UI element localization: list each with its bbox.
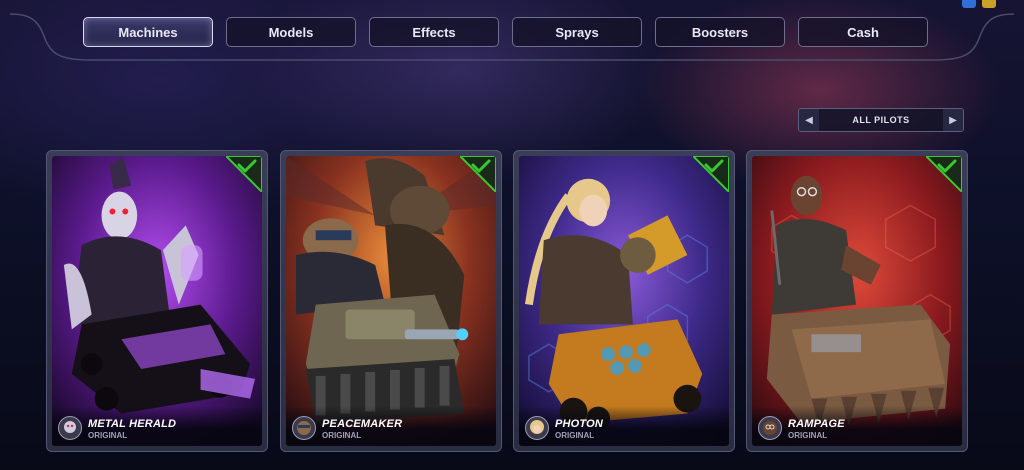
pilot-name: RAMPAGE [788, 418, 845, 430]
peacemaker-artwork [286, 156, 496, 446]
machine-card-rampage[interactable]: RAMPAGE ORIGINAL [746, 150, 968, 452]
metal-herald-artwork [52, 156, 262, 446]
owned-check-icon [226, 156, 262, 192]
pilot-avatar [758, 416, 782, 440]
tab-machines[interactable]: Machines [83, 17, 213, 47]
filter-label: ALL PILOTS [852, 115, 910, 125]
owned-check-icon [926, 156, 962, 192]
pilot-avatar [525, 416, 549, 440]
machine-card-photon[interactable]: PHOTON ORIGINAL [513, 150, 735, 452]
tab-sprays[interactable]: Sprays [512, 17, 642, 47]
category-tabs: Machines Models Effects Sprays Boosters … [83, 17, 928, 47]
card-inner: METAL HERALD ORIGINAL [52, 156, 262, 446]
card-footer: PEACEMAKER ORIGINAL [286, 406, 496, 446]
card-inner: RAMPAGE ORIGINAL [752, 156, 962, 446]
pilot-subtitle: ORIGINAL [88, 431, 128, 440]
tab-boosters[interactable]: Boosters [655, 17, 785, 47]
owned-check-icon [460, 156, 496, 192]
pilot-name: METAL HERALD [88, 418, 177, 430]
card-inner: PEACEMAKER ORIGINAL [286, 156, 496, 446]
pilot-name: PEACEMAKER [322, 418, 403, 430]
pilot-subtitle: ORIGINAL [555, 431, 595, 440]
pilot-avatar [58, 416, 82, 440]
filter-next-button[interactable]: ▶ [943, 109, 963, 131]
pilot-name: PHOTON [555, 418, 604, 430]
arrow-left-icon: ◀ [805, 114, 813, 126]
pilot-filter: ◀ ALL PILOTS ▶ [798, 108, 964, 132]
notification-icon[interactable] [962, 0, 976, 8]
card-footer: METAL HERALD ORIGINAL [52, 406, 262, 446]
card-footer: PHOTON ORIGINAL [519, 406, 729, 446]
corner-icons [962, 0, 996, 8]
pilot-subtitle: ORIGINAL [322, 431, 362, 440]
machine-card-metal-herald[interactable]: METAL HERALD ORIGINAL [46, 150, 268, 452]
card-footer: RAMPAGE ORIGINAL [752, 406, 962, 446]
machine-card-peacemaker[interactable]: PEACEMAKER ORIGINAL [280, 150, 502, 452]
rampage-artwork [752, 156, 962, 446]
card-inner: PHOTON ORIGINAL [519, 156, 729, 446]
arrow-right-icon: ▶ [949, 114, 957, 126]
pilot-subtitle: ORIGINAL [788, 431, 828, 440]
tab-models[interactable]: Models [226, 17, 356, 47]
tab-cash[interactable]: Cash [798, 17, 928, 47]
pilot-avatar [292, 416, 316, 440]
photon-artwork [519, 156, 729, 446]
filter-prev-button[interactable]: ◀ [799, 109, 819, 131]
tab-effects[interactable]: Effects [369, 17, 499, 47]
owned-check-icon [693, 156, 729, 192]
currency-icon[interactable] [982, 0, 996, 8]
